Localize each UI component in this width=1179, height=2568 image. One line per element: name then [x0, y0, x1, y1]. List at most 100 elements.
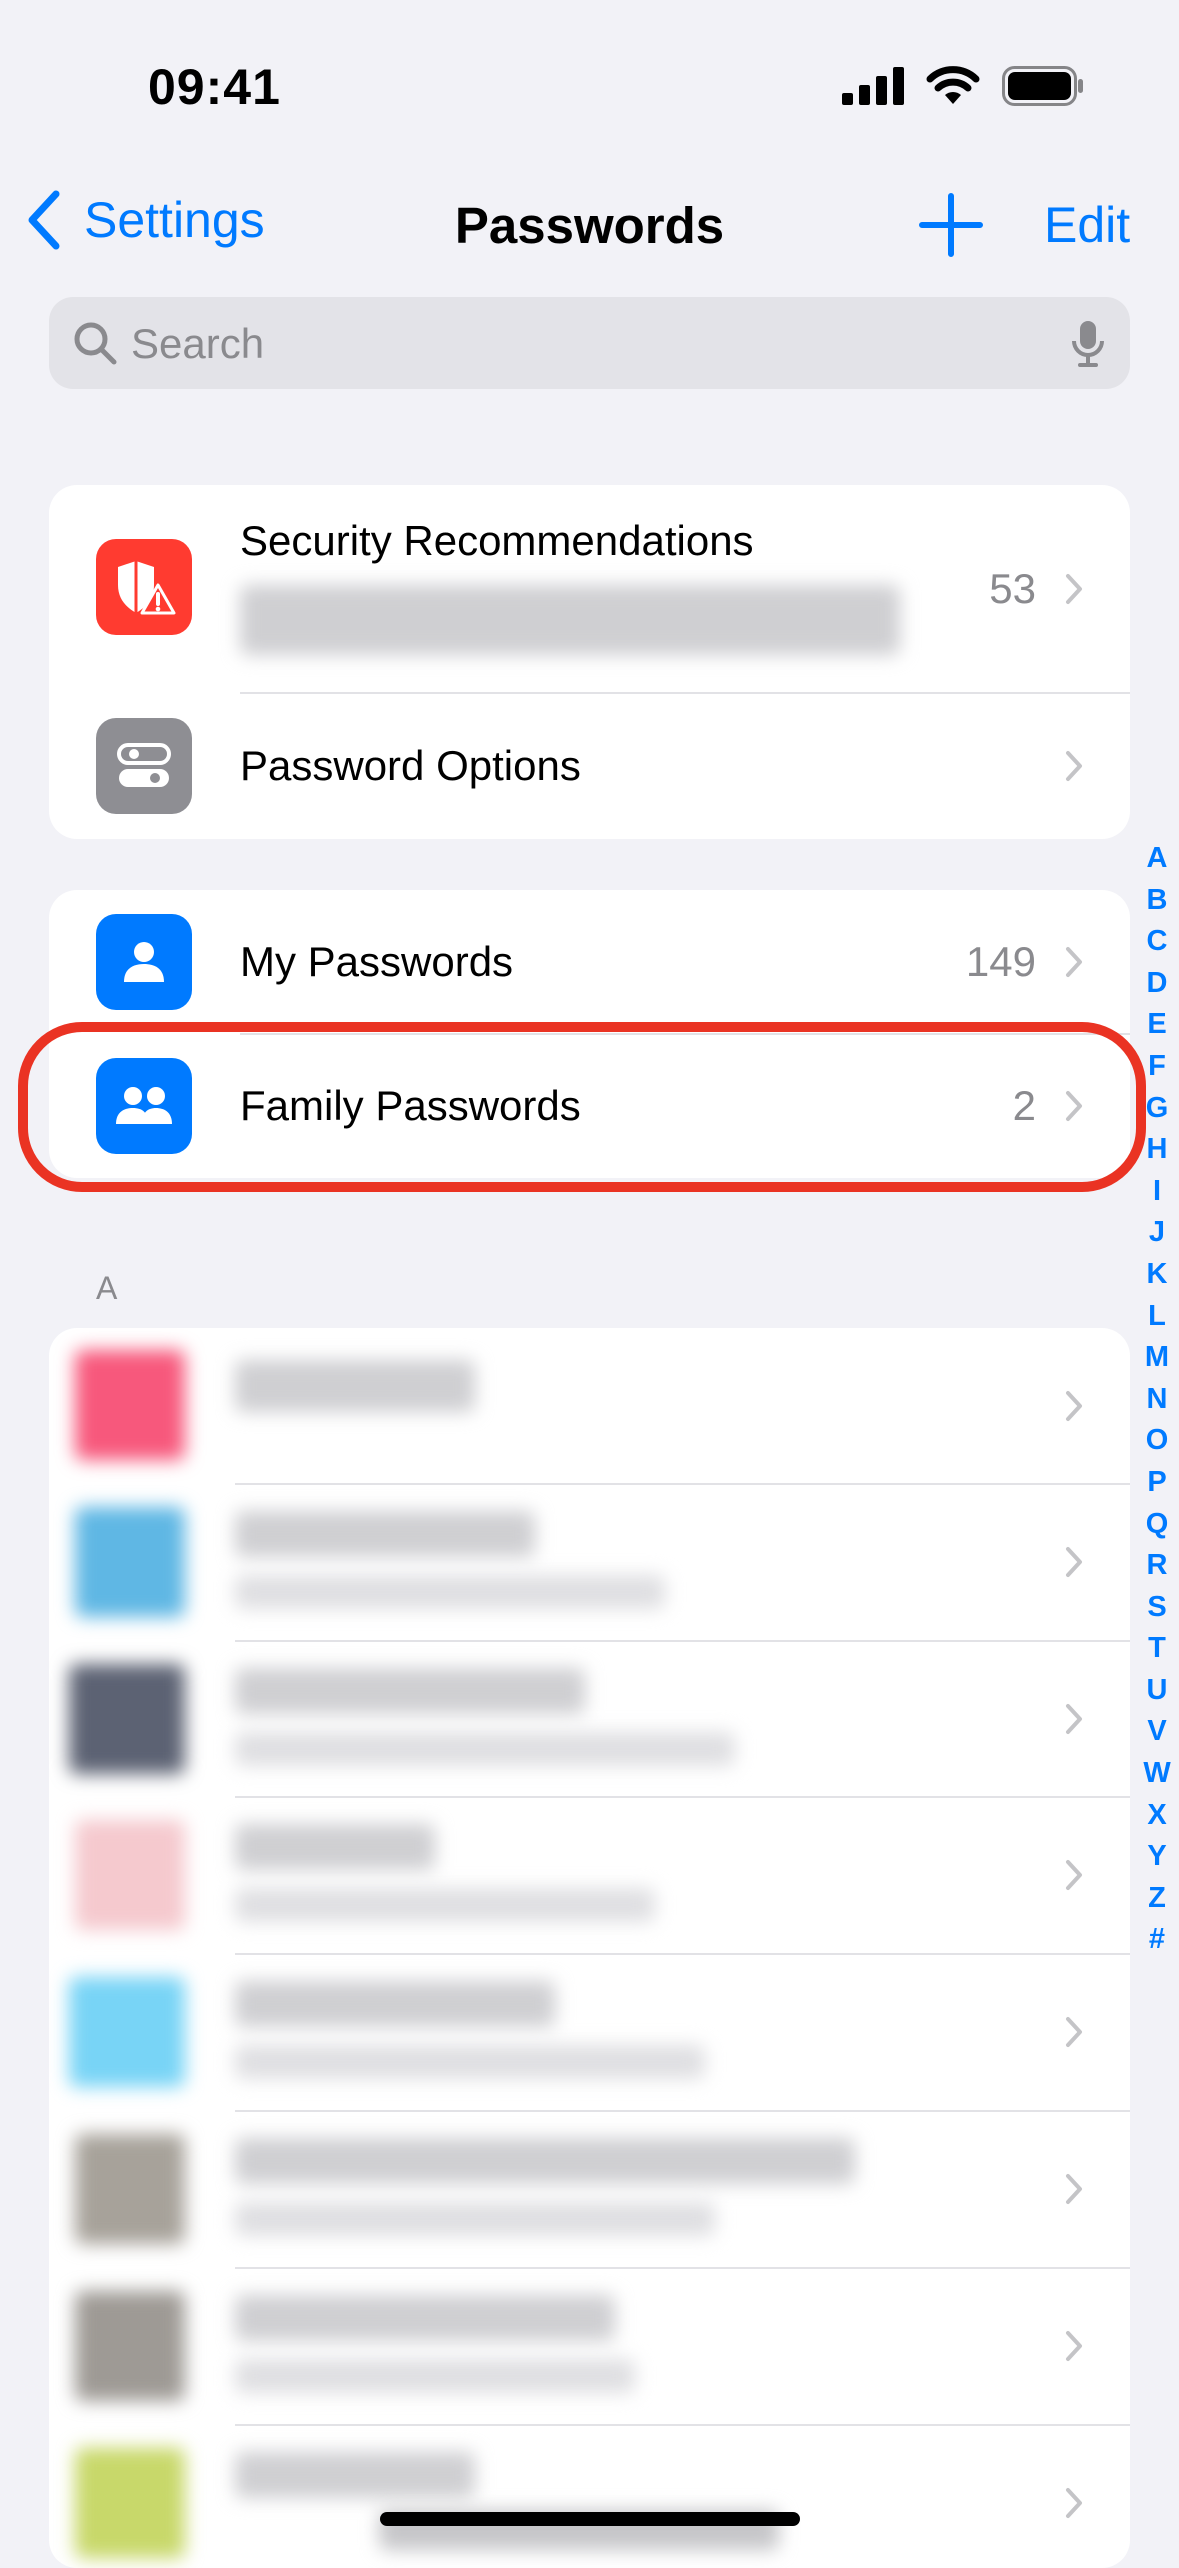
index-letter[interactable]: H	[1147, 1129, 1168, 1171]
index-letter[interactable]: C	[1147, 921, 1168, 963]
person-icon	[96, 914, 192, 1010]
password-list-item[interactable]	[49, 2426, 1130, 2568]
index-letter[interactable]: W	[1143, 1753, 1170, 1795]
security-recommendations-row[interactable]: Security Recommendations 53	[49, 485, 1130, 693]
chevron-right-icon	[1066, 2331, 1082, 2361]
people-icon	[96, 1058, 192, 1154]
security-group: Security Recommendations 53 Password Opt…	[49, 485, 1130, 839]
site-icon-redacted	[75, 1350, 185, 1460]
chevron-right-icon	[1066, 1860, 1082, 1890]
index-letter[interactable]: E	[1147, 1004, 1166, 1046]
section-header: A	[96, 1270, 118, 1306]
toggle-icon	[96, 718, 192, 814]
index-letter[interactable]: G	[1146, 1088, 1169, 1130]
site-name-redacted	[235, 1824, 435, 1870]
index-letter[interactable]: P	[1147, 1462, 1166, 1504]
chevron-right-icon	[1066, 2488, 1082, 2518]
my-passwords-count: 149	[965, 938, 1036, 985]
index-letter[interactable]: Y	[1147, 1836, 1166, 1878]
site-icon-redacted	[75, 2134, 185, 2244]
site-icon-redacted	[75, 2448, 185, 2558]
family-passwords-label: Family Passwords	[240, 1082, 581, 1129]
chevron-right-icon	[1066, 1547, 1082, 1577]
password-list-item[interactable]	[49, 2269, 1130, 2424]
chevron-right-icon	[1066, 1091, 1082, 1121]
status-icons	[842, 66, 1084, 106]
index-letter[interactable]: M	[1145, 1337, 1169, 1379]
site-name-redacted	[235, 1668, 585, 1714]
microphone-icon[interactable]	[1070, 319, 1106, 369]
password-list-item[interactable]	[49, 1328, 1130, 1484]
search-icon	[74, 322, 117, 365]
chevron-right-icon	[1066, 574, 1082, 604]
cellular-signal-icon	[842, 67, 904, 105]
family-passwords-row[interactable]: Family Passwords 2	[49, 1035, 1130, 1178]
site-username-redacted	[235, 2359, 635, 2393]
index-letter[interactable]: N	[1147, 1379, 1168, 1421]
password-options-row[interactable]: Password Options	[49, 694, 1130, 839]
index-letter[interactable]: V	[1147, 1711, 1166, 1753]
chevron-right-icon	[1066, 1704, 1082, 1734]
battery-icon	[1002, 66, 1083, 106]
password-list-item[interactable]	[49, 1798, 1130, 1953]
site-icon-redacted	[75, 1507, 185, 1617]
site-name-redacted	[235, 1511, 535, 1557]
site-icon-redacted	[75, 2291, 185, 2401]
site-icon-redacted	[69, 1664, 185, 1774]
index-letter[interactable]: I	[1153, 1171, 1161, 1213]
chevron-right-icon	[1066, 2017, 1082, 2047]
home-indicator[interactable]	[380, 2512, 800, 2526]
index-letter[interactable]: J	[1149, 1212, 1165, 1254]
chevron-right-icon	[1066, 2174, 1082, 2204]
password-options-label: Password Options	[240, 742, 581, 789]
index-letter[interactable]: X	[1147, 1795, 1166, 1837]
site-icon-redacted	[69, 1977, 185, 2087]
search-input[interactable]	[129, 297, 1033, 391]
site-name-redacted	[235, 1981, 555, 2027]
index-letter[interactable]: Z	[1148, 1878, 1166, 1920]
index-letter[interactable]: R	[1147, 1545, 1168, 1587]
my-passwords-row[interactable]: My Passwords 149	[49, 890, 1130, 1034]
site-name-redacted	[235, 2295, 615, 2341]
index-letter[interactable]: T	[1148, 1628, 1166, 1670]
index-letter[interactable]: U	[1147, 1670, 1168, 1712]
section-index[interactable]: A B C D E F G H I J K L M N O P Q R S T U V W X Y Z #	[1140, 838, 1174, 1961]
search-bar	[49, 297, 1130, 391]
password-list-item[interactable]	[49, 1955, 1130, 2110]
index-letter[interactable]: #	[1149, 1919, 1165, 1961]
chevron-right-icon	[1066, 947, 1082, 977]
chevron-right-icon	[1066, 1391, 1082, 1421]
site-username-redacted	[235, 1888, 655, 1922]
password-list-item[interactable]	[49, 1642, 1130, 1796]
shield-warning-icon	[96, 539, 192, 635]
security-count: 53	[989, 565, 1036, 612]
password-groups: My Passwords 149 Family Passwords 2	[49, 890, 1130, 1178]
add-password-button[interactable]	[918, 192, 984, 258]
edit-button[interactable]: Edit	[1044, 196, 1130, 254]
site-username-redacted	[235, 2202, 715, 2236]
security-recommendations-label: Security Recommendations	[240, 517, 754, 564]
password-list	[49, 1328, 1130, 2568]
site-icon-redacted	[75, 1820, 185, 1930]
index-letter[interactable]: D	[1147, 963, 1168, 1005]
index-letter[interactable]: K	[1147, 1254, 1168, 1296]
chevron-right-icon	[1066, 751, 1082, 781]
site-name-redacted	[235, 2138, 855, 2184]
password-list-item[interactable]	[49, 2112, 1130, 2267]
site-username-redacted	[235, 1575, 665, 1609]
site-username-redacted	[235, 1732, 735, 1766]
my-passwords-label: My Passwords	[240, 938, 514, 985]
password-list-item[interactable]	[49, 1485, 1130, 1640]
index-letter[interactable]: A	[1147, 838, 1168, 880]
index-letter[interactable]: Q	[1146, 1504, 1169, 1546]
security-subtitle-redacted	[240, 585, 900, 655]
index-letter[interactable]: O	[1146, 1420, 1169, 1462]
site-name-redacted	[235, 2452, 475, 2498]
site-username-redacted	[235, 2045, 705, 2079]
index-letter[interactable]: L	[1148, 1296, 1166, 1338]
index-letter[interactable]: F	[1148, 1046, 1166, 1088]
index-letter[interactable]: S	[1147, 1587, 1166, 1629]
status-time: 09:41	[148, 59, 281, 115]
page-title: Passwords	[454, 197, 725, 254]
index-letter[interactable]: B	[1147, 880, 1168, 922]
